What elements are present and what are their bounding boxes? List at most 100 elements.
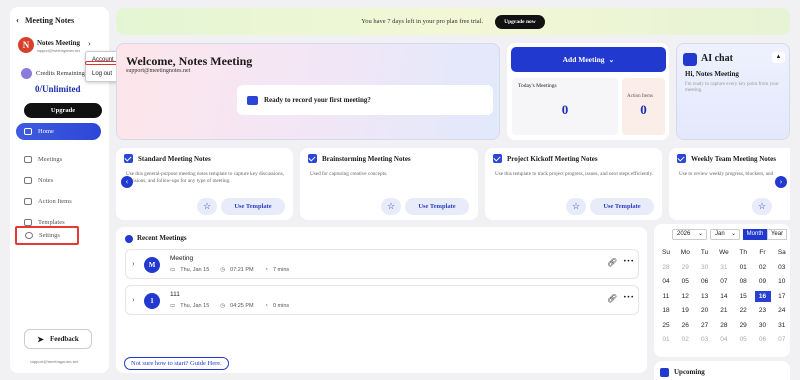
chevron-right-icon[interactable]: › [88,39,98,49]
calendar-day[interactable]: 02 [677,334,693,345]
logout-menu-item[interactable]: Log out [92,71,112,77]
app-header: ‹ Meeting Notes [16,15,74,25]
chevron-left-icon[interactable]: ‹ [16,15,19,25]
calendar-day[interactable]: 28 [658,262,674,273]
calendar-day[interactable]: 05 [677,276,693,287]
calendar-day[interactable]: 15 [735,291,751,302]
link-icon[interactable]: 🔗︎ [607,294,617,303]
calendar-day[interactable]: 26 [677,320,693,331]
template-card[interactable]: Brainstorming Meeting Notes Used for cap… [300,148,478,220]
welcome-email: support@meetingnotes.net [126,68,191,74]
calendar-day[interactable]: 28 [716,320,732,331]
calendar-day[interactable]: 31 [716,262,732,273]
sidebar-item-settings[interactable]: Settings [15,226,79,245]
avatar[interactable]: N [18,37,34,53]
calendar-day[interactable]: 18 [658,305,674,316]
user-name[interactable]: Notes Meeting [37,39,80,47]
chevron-right-icon[interactable]: › [132,295,135,304]
meeting-name: 111 [170,291,180,298]
template-card[interactable]: Weekly Team Meeting Notes Use to review … [669,148,790,220]
weekday-label: Su [662,249,670,256]
calendar-day[interactable]: 23 [755,305,771,316]
calendar-day[interactable]: 24 [774,305,790,316]
calendar-day[interactable]: 27 [697,320,713,331]
chevron-right-icon[interactable]: › [132,259,135,268]
upgrade-now-button[interactable]: Upgrade now [495,14,545,29]
carousel-next-icon[interactable]: › [775,176,787,188]
month-select[interactable]: Jan ⌄ [710,229,740,240]
calendar-day[interactable]: 21 [716,305,732,316]
calendar-panel: 2026 ⌄ Jan ⌄ Month Year Su Mo Tu We Th Fr Sa 28 29… [654,224,790,357]
action-items-label: Action Items [627,94,653,99]
template-title: Project Kickoff Meeting Notes [507,154,598,163]
favorite-icon[interactable]: ☆ [197,198,217,215]
gear-icon [25,232,33,239]
record-cta[interactable]: Ready to record your first meeting? [237,85,493,115]
add-meeting-button[interactable]: Add Meeting ⌄ [511,47,666,72]
calendar-day[interactable]: 07 [716,276,732,287]
credits-value: 0/Unlimited [35,84,81,94]
calendar-day[interactable]: 07 [774,334,790,345]
link-icon[interactable]: 🔗︎ [607,258,617,267]
calendar-day[interactable]: 14 [716,291,732,302]
use-template-button[interactable]: Use Template [405,198,469,215]
calendar-day[interactable]: 19 [677,305,693,316]
calendar-day[interactable]: 17 [774,291,790,302]
timer-icon: ◔ [264,267,268,273]
calendar-day[interactable]: 04 [658,276,674,287]
calendar-day[interactable]: 10 [774,276,790,287]
year-select[interactable]: 2026 ⌄ [672,229,707,240]
calendar-day[interactable]: 22 [735,305,751,316]
favorite-icon[interactable]: ☆ [381,198,401,215]
calendar-day[interactable]: 30 [755,320,771,331]
calendar-day[interactable]: 25 [658,320,674,331]
month-view-toggle[interactable]: Month [743,229,767,240]
favorite-icon[interactable]: ☆ [752,198,772,215]
template-card[interactable]: Project Kickoff Meeting Notes Use this t… [485,148,662,220]
calendar-day[interactable]: 29 [677,262,693,273]
calendar-day[interactable]: 03 [697,334,713,345]
calendar-day[interactable]: 11 [658,291,674,302]
app-title: Meeting Notes [25,15,75,25]
calendar-day[interactable]: 01 [658,334,674,345]
calendar-day[interactable]: 08 [735,276,751,287]
calendar-day[interactable]: 06 [697,276,713,287]
calendar-day[interactable]: 09 [755,276,771,287]
guide-link[interactable]: Not sure how to start? Guide Here. [124,357,229,370]
meeting-row[interactable]: › M Meeting ▭ Thu, Jan 15 ◷ 07:21 PM ◔ 7 mi… [125,249,639,279]
action-items-value: 0 [640,102,647,117]
sidebar-item-home[interactable]: Home [16,123,101,140]
collapse-icon[interactable]: ▲ [772,52,785,63]
template-title: Weekly Team Meeting Notes [691,154,776,163]
carousel-prev-icon[interactable]: ‹ [121,176,133,188]
welcome-title: Welcome, Notes Meeting [126,54,253,68]
calendar-day[interactable]: 20 [697,305,713,316]
calendar-day[interactable]: 01 [735,262,751,273]
ai-chat-description: I'm ready to capture every key point fro… [685,82,779,93]
sidebar-item-notes[interactable]: Notes [16,172,101,189]
more-icon[interactable]: ··· [623,291,634,303]
calendar-day[interactable]: 05 [735,334,751,345]
calendar-day[interactable]: 16 [754,290,771,302]
calendar-day[interactable]: 04 [716,334,732,345]
use-template-button[interactable]: Use Template [590,198,654,215]
calendar-day[interactable]: 31 [774,320,790,331]
weekday-label: Sa [777,249,786,256]
calendar-day[interactable]: 02 [755,262,771,273]
feedback-button[interactable]: ➤ Feedback [24,329,92,349]
template-card[interactable]: Standard Meeting Notes Use this general-… [116,148,293,220]
sidebar-item-meetings[interactable]: Meetings [16,151,101,168]
meeting-row[interactable]: › 1 111 ▭ Thu, Jan 15 ◷ 04:25 PM ◔ 0 mins 🔗… [125,285,639,315]
favorite-icon[interactable]: ☆ [566,198,586,215]
calendar-day[interactable]: 13 [697,291,713,302]
more-icon[interactable]: ··· [623,255,634,267]
calendar-day[interactable]: 06 [755,334,771,345]
year-view-toggle[interactable]: Year [767,229,787,240]
calendar-day[interactable]: 03 [774,262,790,273]
upgrade-button[interactable]: Upgrade [24,103,102,118]
calendar-day[interactable]: 30 [697,262,713,273]
calendar-day[interactable]: 12 [677,291,693,302]
use-template-button[interactable]: Use Template [221,198,285,215]
calendar-day[interactable]: 29 [735,320,751,331]
sidebar-item-action-items[interactable]: Action Items [16,193,101,210]
